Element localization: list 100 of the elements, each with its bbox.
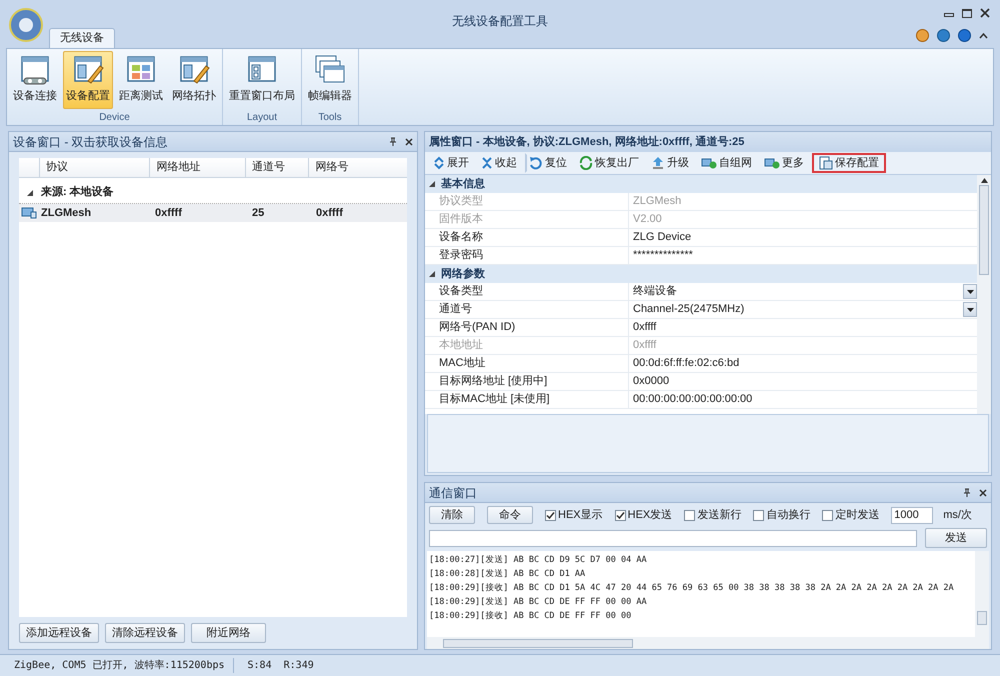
send-button[interactable]: 发送 [925,528,987,548]
checkbox[interactable] [614,510,626,520]
table-cell-text: 0xffff [154,206,183,221]
toolbar-button[interactable]: 升级 [647,153,693,173]
panel-title: 设备窗口 - 双击获取设备信息 [13,134,169,150]
property-name: 通道号 [425,301,629,318]
expanded-triangle-icon[interactable] [429,271,435,277]
table-cell-text: 25 [251,206,266,221]
property-value[interactable]: 终端设备 [629,283,963,300]
log-line: [18:00:29][接收] AB BC CD DE FF FF 00 00 [429,610,632,623]
table-cell-text: 0xffff [315,206,344,221]
collapse-ribbon-icon[interactable] [979,32,988,39]
property-value[interactable]: ************** [629,247,977,264]
category-row[interactable]: 网络参数 [425,265,977,283]
ribbon-button[interactable]: 距离测试 [116,51,166,109]
ribbon-button[interactable]: 重置窗口布局 [226,51,298,109]
group-label: Device [99,110,130,124]
check-icon [616,510,625,520]
ribbon-button[interactable]: 帧编辑器 [305,51,355,109]
expanded-triangle-icon[interactable] [429,181,435,187]
property-value[interactable]: 00:0d:6f:ff:fe:02:c6:bd [629,355,977,372]
ribbon-button[interactable]: 设备连接 [10,51,60,109]
pin-icon[interactable] [389,137,397,146]
network-icon [764,156,780,170]
toolbar-button[interactable]: 恢复出厂 [575,153,643,173]
minimize-icon[interactable] [944,13,954,17]
action-button[interactable]: 添加远程设备 [19,623,99,643]
dropdown-button[interactable] [963,284,977,299]
checkbox[interactable] [822,510,834,520]
document-icon [819,156,833,170]
window-icon [72,54,104,86]
column-header[interactable]: 网络号 [308,158,408,177]
expand-icon [433,156,445,170]
ribbon-tab[interactable]: 无线设备 [49,28,115,48]
caret-icon [966,290,974,294]
pin-icon[interactable] [963,488,971,497]
toolbar-button[interactable]: 更多 [760,153,808,173]
property-name: 本地地址 [425,337,629,354]
device-row[interactable]: ZLGMesh 0xffff 25 0xffff [19,204,407,222]
ribbon-button[interactable]: 网络拓扑 [169,51,219,109]
property-name: 目标网络地址 [使用中] [425,373,629,390]
window-icon [19,54,51,86]
expanded-triangle-icon[interactable] [27,190,33,196]
group-label: Layout [246,110,278,124]
action-button[interactable]: 附近网络 [191,623,266,643]
checkbox[interactable] [684,510,696,520]
property-value[interactable]: 00:00:00:00:00:00:00:00 [629,391,977,408]
network-icon [701,156,717,170]
scrollbar[interactable] [427,637,989,649]
window-icon [178,54,210,86]
property-name: 协议类型 [425,193,629,210]
property-value[interactable]: 0xffff [629,319,977,336]
unit-label: ms/次 [943,508,972,523]
group-label: Tools [318,110,342,124]
property-name: MAC地址 [425,355,629,372]
log-line: [18:00:28][发送] AB BC CD D1 AA [429,568,586,581]
category-row[interactable]: 基本信息 [425,175,977,193]
column-header[interactable]: 协议 [39,158,150,177]
property-value[interactable]: 0x0000 [629,373,977,390]
scroll-up-icon[interactable] [980,178,988,183]
checkbox[interactable] [545,510,556,520]
property-name: 网络号(PAN ID) [425,319,629,336]
action-button[interactable]: 命令 [487,506,533,524]
toolbar-button[interactable]: 展开 [429,153,473,173]
property-name: 固件版本 [425,211,629,228]
close-icon[interactable] [979,488,987,496]
property-name: 登录密码 [425,247,629,264]
ribbon-button[interactable]: 设备配置 [63,51,113,109]
checkbox-label: 定时发送 [835,508,880,523]
computer-icon [21,207,37,219]
column-header[interactable]: 网络地址 [149,158,246,177]
close-icon[interactable] [980,8,990,18]
log-line: [18:00:27][发送] AB BC CD D9 5C D7 00 04 AA [429,554,648,567]
dropdown-button[interactable] [963,302,977,317]
checkbox[interactable] [753,510,764,520]
app-logo-icon[interactable] [9,8,43,42]
checkbox-label: 自动换行 [766,508,810,523]
column-header[interactable]: 通道号 [245,158,308,177]
status-text: S:84 R:349 [246,659,314,673]
property-value[interactable]: Channel-25(2475MHz) [629,301,963,318]
group-label: 来源: 本地设备 [41,184,114,200]
log-line: [18:00:29][接收] AB BC CD D1 5A 4C 47 20 44 65 76 69 63 65 00 38 38 38 38 38 2A 2A 2A 2A 2A 2A 2A 2A 2A [429,582,955,595]
upload-icon [651,156,665,170]
toolbar-button[interactable]: 收起 [477,153,521,173]
close-icon[interactable] [405,138,413,146]
scrollbar[interactable] [977,175,991,414]
refresh-icon [579,156,593,170]
caret-icon [966,308,974,312]
window-title: 无线设备配置工具 [452,14,548,28]
scrollbar[interactable] [975,551,989,637]
property-value[interactable]: ZLG Device [629,229,977,246]
send-input-field[interactable] [429,530,917,546]
action-button[interactable]: 清除远程设备 [105,623,185,643]
table-cell-text: ZLGMesh [40,206,92,221]
check-icon [546,510,555,520]
toolbar-button[interactable]: 自组网 [697,153,756,173]
maximize-icon[interactable] [962,8,972,18]
action-button[interactable]: 清除 [429,506,475,524]
interval-field[interactable]: 1000 [891,506,934,524]
undo-icon [529,156,543,170]
